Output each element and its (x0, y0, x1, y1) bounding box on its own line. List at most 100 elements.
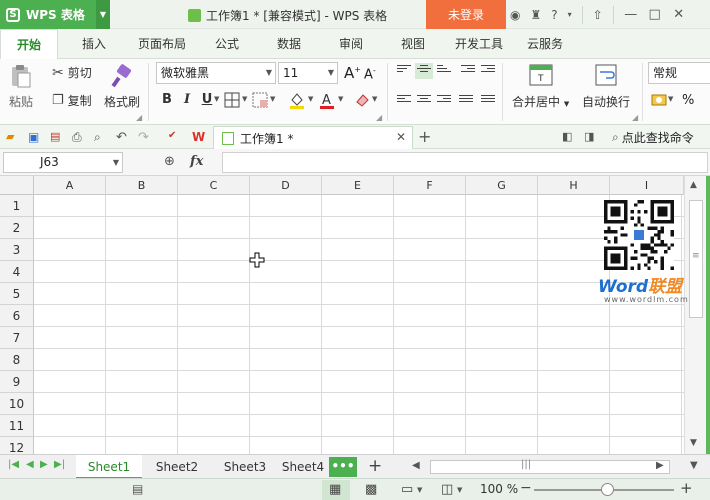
number-format-select[interactable]: 常规 (648, 62, 710, 84)
doc-list-icon[interactable]: ◧ (562, 130, 572, 143)
scroll-up-icon[interactable]: ▲ (690, 180, 697, 190)
italic-button[interactable]: I (178, 91, 196, 109)
currency-format-icon[interactable] (651, 92, 667, 108)
export-pdf-icon[interactable]: ▤ (50, 130, 64, 144)
print-preview-icon[interactable]: ⌕ (94, 130, 108, 144)
select-all-corner[interactable] (0, 176, 34, 195)
normal-view-button[interactable]: ▦ (322, 480, 350, 500)
copy-button[interactable]: ❐ 复制 (52, 92, 92, 109)
distributed-icon[interactable] (481, 95, 495, 107)
decrease-font-icon[interactable]: A- (364, 66, 376, 82)
chevron-down-icon[interactable]: ▼ (242, 95, 247, 103)
increase-indent-icon[interactable] (481, 65, 495, 77)
name-box[interactable]: J63 ▼ (3, 152, 123, 173)
row-header[interactable]: 3 (0, 239, 34, 261)
insert-function-icon[interactable]: fx (190, 154, 203, 169)
row-header[interactable]: 6 (0, 305, 34, 327)
close-tab-icon[interactable]: ✕ (396, 130, 406, 144)
vertical-scrollbar[interactable]: ▲ ≡ ▼ (684, 176, 710, 454)
app-menu-button[interactable]: S WPS 表格 ▼ (0, 0, 110, 29)
shirt-icon[interactable]: ♜ (530, 8, 541, 22)
row-header[interactable]: 9 (0, 371, 34, 393)
percent-button[interactable]: % (682, 93, 694, 108)
minimize-icon[interactable]: — (624, 7, 638, 22)
column-header[interactable]: A (34, 176, 106, 195)
chevron-down-icon[interactable]: ▼ (214, 95, 219, 103)
merge-center-button[interactable]: T 合并居中 ▼ (512, 63, 569, 110)
column-header[interactable]: C (178, 176, 250, 195)
zoom-slider-thumb[interactable] (601, 483, 614, 496)
more-dropdown-icon[interactable]: ▾ (568, 10, 572, 19)
sheet-tab-2[interactable]: Sheet2 (145, 455, 209, 479)
close-icon[interactable]: ✕ (672, 7, 686, 22)
sheet-tab-3[interactable]: Sheet3 (213, 455, 277, 479)
help-icon[interactable]: ? (551, 8, 557, 22)
sheet-tab-1[interactable]: Sheet1 (76, 455, 142, 479)
scroll-thumb[interactable]: ≡ (689, 200, 703, 318)
chevron-down-icon[interactable]: ▼ (372, 95, 377, 103)
document-tab[interactable]: 工作簿1 * ✕ (213, 126, 413, 149)
open-folder-icon[interactable]: ▰ (6, 130, 20, 144)
sheet-tab-4[interactable]: Sheet4 (278, 455, 328, 479)
reading-mode-button[interactable]: ◫ ▼ (438, 480, 466, 500)
wps-w-icon[interactable]: W (192, 130, 206, 144)
undo-icon[interactable]: ↶ (116, 130, 130, 145)
print-icon[interactable]: ⎙ (72, 130, 86, 144)
column-header[interactable]: H (538, 176, 610, 195)
redo-icon[interactable]: ↷ (138, 130, 152, 145)
align-top-icon[interactable] (397, 65, 411, 77)
decrease-indent-icon[interactable] (461, 65, 475, 77)
column-header[interactable]: E (322, 176, 394, 195)
scroll-down-end-icon[interactable]: ▼ (690, 460, 698, 471)
cell-style-icon[interactable] (252, 92, 268, 108)
zoom-level[interactable]: 100 % (480, 482, 518, 496)
maximize-icon[interactable]: □ (648, 7, 662, 22)
page-layout-view-button[interactable]: ▭ ▼ (398, 480, 426, 500)
increase-font-icon[interactable]: A+ (344, 64, 361, 82)
column-header[interactable]: I (610, 176, 684, 195)
borders-icon[interactable] (224, 92, 240, 108)
row-header[interactable]: 1 (0, 195, 34, 217)
column-header[interactable]: B (106, 176, 178, 195)
align-center-icon[interactable] (417, 95, 431, 107)
send-icon[interactable]: ◨ (584, 130, 594, 143)
horizontal-scrollbar[interactable]: ||| (430, 459, 670, 474)
last-sheet-icon[interactable]: ▶| (54, 459, 65, 470)
cell-area[interactable] (34, 195, 684, 454)
tab-view[interactable]: 视图 (384, 29, 442, 59)
add-sheet-icon[interactable]: + (368, 456, 382, 476)
app-dropdown-icon[interactable]: ▼ (96, 0, 110, 29)
tab-home[interactable]: 开始 (0, 29, 58, 60)
row-header[interactable]: 8 (0, 349, 34, 371)
row-header[interactable]: 10 (0, 393, 34, 415)
customize-qa-icon[interactable]: ✔ (168, 130, 182, 144)
login-button[interactable]: 未登录 (426, 0, 506, 29)
align-left-icon[interactable] (397, 95, 411, 107)
new-tab-icon[interactable]: + (418, 127, 431, 146)
cell-mode-icon[interactable]: ▤ (132, 482, 143, 496)
row-header[interactable]: 12 (0, 437, 34, 454)
chevron-down-icon[interactable]: ▼ (338, 95, 343, 103)
align-right-icon[interactable] (437, 95, 451, 107)
alignment-launcher-icon[interactable]: ◢ (632, 113, 638, 122)
column-header[interactable]: G (466, 176, 538, 195)
column-header[interactable]: D (250, 176, 322, 195)
next-sheet-icon[interactable]: ▶ (40, 459, 48, 470)
row-header[interactable]: 11 (0, 415, 34, 437)
chevron-down-icon[interactable]: ▼ (270, 95, 275, 103)
chevron-down-icon[interactable]: ▼ (308, 95, 313, 103)
row-header[interactable]: 5 (0, 283, 34, 305)
scroll-right-icon[interactable]: ▶ (656, 460, 664, 471)
tab-formulas[interactable]: 公式 (198, 29, 256, 59)
font-launcher-icon[interactable]: ◢ (376, 113, 382, 122)
chevron-down-icon[interactable]: ▼ (668, 95, 673, 103)
restore-ribbon-icon[interactable]: ⇧ (593, 8, 603, 22)
align-bottom-icon[interactable] (437, 65, 451, 77)
tab-developer[interactable]: 开发工具 (446, 29, 512, 59)
clear-format-icon[interactable] (354, 92, 370, 108)
save-icon[interactable]: ▣ (28, 130, 42, 144)
first-sheet-icon[interactable]: |◀ (8, 459, 19, 470)
prev-sheet-icon[interactable]: ◀ (26, 459, 34, 470)
font-size-select[interactable]: 11 ▼ (278, 62, 338, 84)
font-color-icon[interactable]: A (318, 91, 336, 109)
